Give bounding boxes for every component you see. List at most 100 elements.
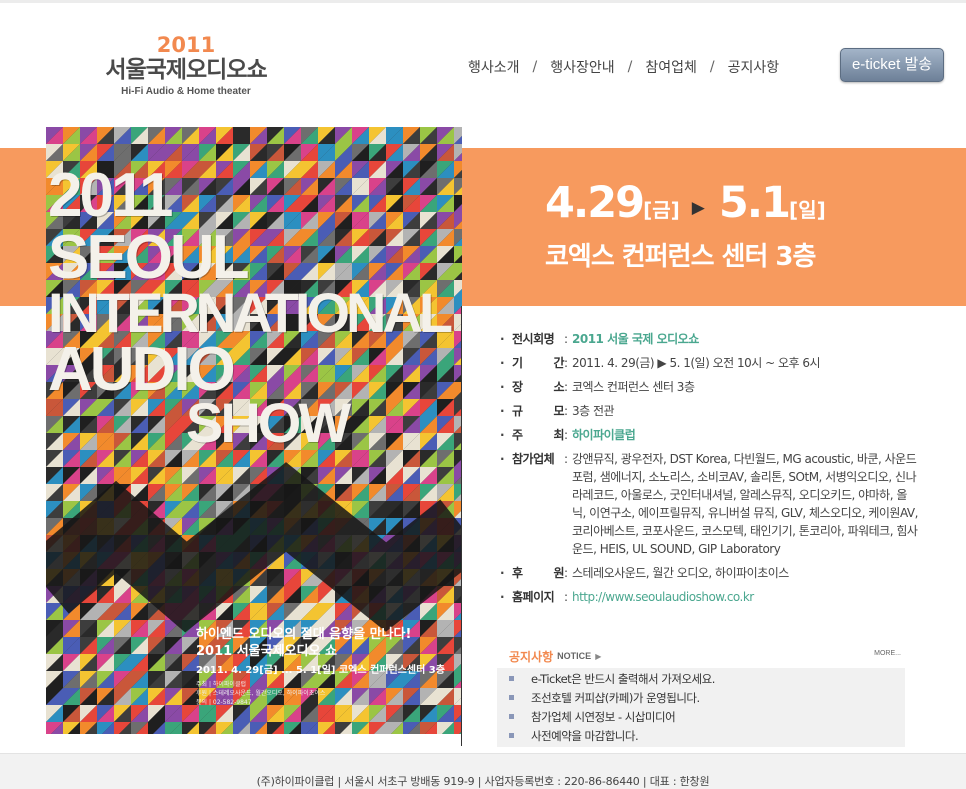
notice-title-en: NOTICE <box>557 651 592 661</box>
poster-host: 주최 | 하이파이클럽 <box>196 681 246 688</box>
info-row-sponsor: · 후 원 : 스테레오사운드, 월간 오디오, 하이파이초이스 <box>500 564 920 582</box>
nav-separator: / <box>532 59 538 75</box>
notice-item[interactable]: 참가업체 시연정보 - 시삽미디어 <box>497 707 905 726</box>
event-info-list: · 전시회명 : 2011 서울 국제 오디오쇼 · 기 간 : 2011. 4… <box>500 330 920 612</box>
start-date: 4.29 <box>545 178 645 228</box>
info-label: 홈페이지 <box>512 590 555 604</box>
info-label-wrap: 후 원 <box>512 564 565 582</box>
start-day: [금] <box>643 198 680 222</box>
info-label: 기 간 <box>512 356 565 370</box>
nav-item-event-intro[interactable]: 행사소개 <box>468 57 520 77</box>
poster-title-audio: AUDIO <box>48 335 236 404</box>
notice-item-text: e-Ticket은 반드시 출력해서 가져오세요. <box>531 671 715 686</box>
notice-title[interactable]: 공지사항 <box>509 648 553 665</box>
nav-item-exhibitors[interactable]: 참여업체 <box>645 57 697 77</box>
divider-line <box>461 306 462 746</box>
info-row-place: · 장 소 : 코엑스 컨퍼런스 센터 3층 <box>500 378 920 396</box>
info-value: 3층 전관 <box>572 404 615 418</box>
poster-title-show: SHOW <box>186 391 351 454</box>
poster-title-year: 2011 <box>48 161 174 230</box>
bullet-icon: · <box>500 428 505 442</box>
info-row-exhibitors: · 참가업체 : 강앤뮤직, 광우전자, DST Korea, 다빈월드, MG… <box>500 450 920 558</box>
arrow-right-icon: ▶ <box>595 651 602 661</box>
more-link[interactable]: MORE... <box>874 650 901 657</box>
nav-item-venue-guide[interactable]: 행사장안내 <box>550 57 614 77</box>
bullet-square-icon <box>509 714 514 719</box>
event-venue: 코엑스 컨퍼런스 센터 3층 <box>545 242 816 272</box>
colon: : <box>564 452 568 466</box>
info-label-wrap: 규 모 <box>512 402 565 420</box>
colon: : <box>564 590 568 604</box>
poster-contact: 문의 | 02-582-9847 <box>196 699 252 706</box>
bullet-icon: · <box>500 380 505 394</box>
nav-separator: / <box>627 59 633 75</box>
info-value: 스테레오사운드, 월간 오디오, 하이파이초이스 <box>572 566 789 580</box>
poster-sponsor: 후원 | 스테레오사운드, 월간오디오, 하이파이초이스 <box>196 690 326 697</box>
info-value: 코엑스 컨퍼런스 센터 3층 <box>572 380 695 394</box>
event-dates: 4.29[금] ▶ 5.1[일] <box>545 178 826 228</box>
notice-item[interactable]: e-Ticket은 반드시 출력해서 가져오세요. <box>497 669 905 688</box>
info-value: 2011 서울 국제 오디오쇼 <box>572 332 699 346</box>
arrow-right-icon: ▶ <box>691 198 705 218</box>
logo-subtitle: Hi-Fi Audio & Home theater <box>121 86 251 97</box>
eticket-button[interactable]: e-ticket 발송 <box>840 48 944 82</box>
main-nav: 행사소개 / 행사장안내 / 참여업체 / 공지사항 <box>468 57 779 77</box>
bullet-square-icon <box>509 676 514 681</box>
info-row-homepage: · 홈페이지 : http://www.seoulaudioshow.co.kr <box>500 588 920 606</box>
info-label: 규 모 <box>512 404 565 418</box>
bullet-square-icon <box>509 733 514 738</box>
notice-header: 공지사항 NOTICE ▶ MORE... <box>497 646 905 666</box>
notice-item-text: 조선호텔 커피샵(카페)가 운영됩니다. <box>531 690 700 705</box>
footer: (주)하이파이클럽 | 서울시 서초구 방배동 919-9 | 사업자등록번호 … <box>0 753 966 789</box>
bullet-icon: · <box>500 590 505 604</box>
poster-title-seoul: SEOUL <box>48 223 250 292</box>
homepage-link[interactable]: http://www.seoulaudioshow.co.kr <box>572 588 920 606</box>
site-logo[interactable]: 2011 서울국제오디오쇼 Hi-Fi Audio & Home theater <box>86 34 286 97</box>
footer-company-info: (주)하이파이클럽 | 서울시 서초구 방배동 919-9 | 사업자등록번호 … <box>256 775 710 788</box>
event-poster: 2011 SEOUL INTERNATIONAL AUDIO SHOW 하이엔드… <box>46 127 462 734</box>
bullet-icon: · <box>500 566 505 580</box>
colon: : <box>564 332 568 346</box>
end-day: [일] <box>789 198 826 222</box>
top-border <box>0 0 966 3</box>
bullet-icon: · <box>500 452 505 466</box>
notice-item-text: 참가업체 시연정보 - 시삽미디어 <box>531 709 676 724</box>
info-row-period: · 기 간 : 2011. 4. 29(금) ▶ 5. 1(일) 오전 10시 … <box>500 354 920 372</box>
notice-box: 공지사항 NOTICE ▶ MORE... e-Ticket은 반드시 출력해서… <box>497 646 905 747</box>
notice-list: e-Ticket은 반드시 출력해서 가져오세요. 조선호텔 커피샵(카페)가 … <box>497 668 905 747</box>
notice-item-text: 사전예약을 마감합니다. <box>531 728 639 743</box>
poster-dates: 2011. 4. 29[금] ... 5. 1[일] 코엑스 컨퍼런스센터 3층 <box>196 665 445 676</box>
info-value: 강앤뮤직, 광우전자, DST Korea, 다빈월드, MG acoustic… <box>572 452 918 556</box>
info-label: 전시회명 <box>512 332 555 346</box>
nav-item-notices[interactable]: 공지사항 <box>728 57 780 77</box>
bullet-icon: · <box>500 404 505 418</box>
info-label-wrap: 장 소 <box>512 378 565 396</box>
colon: : <box>564 566 568 580</box>
colon: : <box>564 428 568 442</box>
poster-show-name: 2011 서울국제오디오 쇼 <box>196 644 337 659</box>
logo-year: 2011 <box>156 33 216 57</box>
info-value: 2011. 4. 29(금) ▶ 5. 1(일) 오전 10시 ~ 오후 6시 <box>572 356 821 370</box>
info-row-scale: · 규 모 : 3층 전관 <box>500 402 920 420</box>
info-label: 장 소 <box>512 380 565 394</box>
info-label-wrap: 기 간 <box>512 354 565 372</box>
end-date: 5.1 <box>718 178 791 228</box>
info-label: 참가업체 <box>512 452 555 466</box>
bullet-square-icon <box>509 695 514 700</box>
info-label: 주 최 <box>512 428 565 442</box>
colon: : <box>564 380 568 394</box>
colon: : <box>564 356 568 370</box>
colon: : <box>564 404 568 418</box>
info-value: 하이파이클럽 <box>572 428 636 442</box>
poster-title-international: INTERNATIONAL <box>48 281 453 344</box>
info-row-name: · 전시회명 : 2011 서울 국제 오디오쇼 <box>500 330 920 348</box>
info-row-host: · 주 최 : 하이파이클럽 <box>500 426 920 444</box>
notice-item[interactable]: 사전예약을 마감합니다. <box>497 726 905 745</box>
info-label-wrap: 주 최 <box>512 426 565 444</box>
bullet-icon: · <box>500 356 505 370</box>
logo-name: 서울국제오디오쇼 <box>105 57 267 83</box>
bullet-icon: · <box>500 332 505 346</box>
info-label: 후 원 <box>512 566 565 580</box>
notice-item[interactable]: 조선호텔 커피샵(카페)가 운영됩니다. <box>497 688 905 707</box>
nav-separator: / <box>709 59 715 75</box>
